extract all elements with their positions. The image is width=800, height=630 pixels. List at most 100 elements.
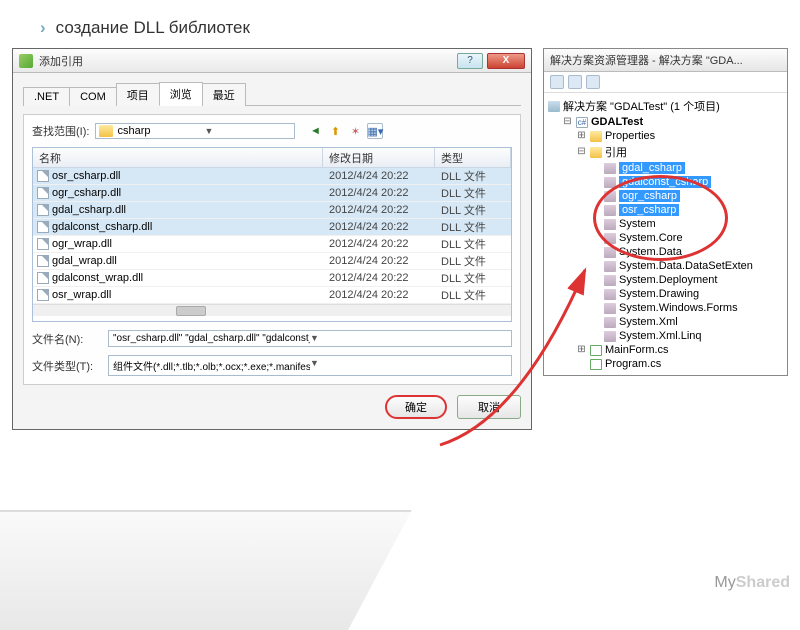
project-icon: c# — [576, 117, 588, 128]
file-name: ogr_wrap.dll — [52, 238, 112, 250]
csharp-file-icon — [590, 359, 602, 370]
reference-item[interactable]: gdalconst_csharp — [548, 175, 787, 189]
folder-name: csharp — [117, 125, 204, 137]
col-date-header[interactable]: 修改日期 — [323, 148, 435, 168]
tab-browse[interactable]: 浏览 — [159, 82, 203, 106]
reference-item[interactable]: System.Deployment — [548, 273, 787, 287]
file-row[interactable]: gdalconst_wrap.dll 2012/4/24 20:22DLL 文件 — [33, 270, 511, 287]
dialog-titlebar[interactable]: 添加引用 ? X — [13, 49, 531, 73]
file-row[interactable]: gdalconst_csharp.dll2012/4/24 20:22DLL 文… — [33, 219, 511, 236]
tabs-row: .NET COM 项目 浏览 最近 — [23, 81, 521, 106]
tab-dotnet[interactable]: .NET — [23, 87, 70, 106]
reference-label: System.Data — [619, 246, 682, 258]
new-folder-icon[interactable]: ✶ — [347, 123, 363, 139]
file-row[interactable]: ogr_csharp.dll2012/4/24 20:22DLL 文件 — [33, 185, 511, 202]
toolbar-icon[interactable] — [550, 75, 564, 89]
reference-item[interactable]: osr_csharp — [548, 203, 787, 217]
dll-file-icon — [37, 204, 49, 216]
reference-label: System.Windows.Forms — [619, 302, 738, 314]
reference-item[interactable]: System.Data.DataSetExten — [548, 259, 787, 273]
reference-item[interactable]: System.Core — [548, 231, 787, 245]
file-type: DLL 文件 — [435, 219, 511, 235]
properties-node[interactable]: ⊞Properties — [548, 129, 787, 143]
filetype-label: 文件类型(T): — [32, 358, 102, 374]
reference-item[interactable]: ogr_csharp — [548, 189, 787, 203]
tab-project[interactable]: 项目 — [116, 83, 160, 106]
file-name: gdalconst_wrap.dll — [52, 272, 143, 284]
reference-label: System.Data.DataSetExten — [619, 260, 753, 272]
file-row[interactable]: gdal_csharp.dll2012/4/24 20:22DLL 文件 — [33, 202, 511, 219]
reference-label: gdal_csharp — [619, 162, 685, 174]
reference-label: System.Xml.Linq — [619, 330, 702, 342]
reference-label: System — [619, 218, 656, 230]
file-date: 2012/4/24 20:22 — [323, 238, 435, 250]
reference-label: System.Core — [619, 232, 683, 244]
project-node[interactable]: ⊟c#GDALTest — [548, 115, 787, 129]
chevron-down-icon: ▼ — [204, 126, 291, 136]
folder-combo[interactable]: csharp ▼ — [95, 123, 295, 139]
back-icon[interactable]: ◄ — [307, 123, 323, 139]
reference-item[interactable]: System.Windows.Forms — [548, 301, 787, 315]
file-row[interactable]: ogr_wrap.dll 2012/4/24 20:22DLL 文件 — [33, 236, 511, 253]
file-date: 2012/4/24 20:22 — [323, 170, 435, 182]
solution-tree[interactable]: 解决方案 "GDALTest" (1 个项目) ⊟c#GDALTest ⊞Pro… — [544, 93, 787, 375]
explorer-title: 解决方案资源管理器 - 解决方案 "GDA... — [544, 49, 787, 72]
ok-button[interactable]: 确定 — [385, 395, 447, 419]
filename-input[interactable]: "osr_csharp.dll" "gdal_csharp.dll" "gdal… — [108, 330, 512, 347]
reference-label: ogr_csharp — [619, 190, 680, 202]
tab-com[interactable]: COM — [69, 87, 117, 106]
reference-icon — [604, 233, 616, 244]
cancel-button[interactable]: 取消 — [457, 395, 521, 419]
toolbar-icon[interactable] — [586, 75, 600, 89]
up-folder-icon[interactable]: ⬆ — [327, 123, 343, 139]
add-reference-dialog: 添加引用 ? X .NET COM 项目 浏览 最近 查找范围(I): csha… — [12, 48, 532, 430]
file-list[interactable]: 名称 修改日期 类型 osr_csharp.dll 2012/4/24 20:22… — [32, 147, 512, 322]
reference-icon — [604, 275, 616, 286]
file-type: DLL 文件 — [435, 236, 511, 252]
reference-item[interactable]: System.Drawing — [548, 287, 787, 301]
reference-item[interactable]: System.Xml — [548, 315, 787, 329]
dll-file-icon — [37, 221, 49, 233]
reference-icon — [604, 163, 616, 174]
file-name: osr_csharp.dll — [52, 170, 120, 182]
tab-recent[interactable]: 最近 — [202, 83, 246, 106]
col-type-header[interactable]: 类型 — [435, 148, 511, 168]
reference-icon — [604, 303, 616, 314]
dll-file-icon — [37, 187, 49, 199]
reference-item[interactable]: gdal_csharp — [548, 161, 787, 175]
folder-icon — [590, 131, 602, 142]
view-menu-icon[interactable]: ▦▾ — [367, 123, 383, 139]
reference-item[interactable]: System.Xml.Linq — [548, 329, 787, 343]
decorative-footer — [0, 510, 412, 630]
col-name-header[interactable]: 名称 — [33, 148, 323, 168]
file-type: DLL 文件 — [435, 270, 511, 286]
file-date: 2012/4/24 20:22 — [323, 255, 435, 267]
solution-node[interactable]: 解决方案 "GDALTest" (1 个项目) — [548, 97, 787, 115]
reference-item[interactable]: System.Data — [548, 245, 787, 259]
help-button[interactable]: ? — [457, 53, 483, 69]
close-button[interactable]: X — [487, 53, 525, 69]
horizontal-scrollbar[interactable] — [33, 304, 511, 316]
scrollbar-thumb[interactable] — [176, 306, 206, 316]
dll-file-icon — [37, 170, 49, 182]
toolbar-icon[interactable] — [568, 75, 582, 89]
file-row[interactable]: gdal_wrap.dll2012/4/24 20:22DLL 文件 — [33, 253, 511, 270]
file-node[interactable]: Program.cs — [548, 357, 787, 371]
file-name: ogr_csharp.dll — [52, 187, 121, 199]
dll-file-icon — [37, 238, 49, 250]
file-date: 2012/4/24 20:22 — [323, 272, 435, 284]
file-date: 2012/4/24 20:22 — [323, 204, 435, 216]
file-date: 2012/4/24 20:22 — [323, 289, 435, 301]
list-header[interactable]: 名称 修改日期 类型 — [33, 148, 511, 168]
file-row[interactable]: osr_csharp.dll2012/4/24 20:22DLL 文件 — [33, 168, 511, 185]
references-node[interactable]: ⊟引用 — [548, 143, 787, 161]
reference-icon — [604, 261, 616, 272]
file-type: DLL 文件 — [435, 287, 511, 303]
reference-item[interactable]: System — [548, 217, 787, 231]
file-node[interactable]: ⊞MainForm.cs — [548, 343, 787, 357]
filetype-select[interactable]: 组件文件(*.dll;*.tlb;*.olb;*.ocx;*.exe;*.man… — [108, 355, 512, 376]
reference-icon — [604, 247, 616, 258]
file-type: DLL 文件 — [435, 202, 511, 218]
file-row[interactable]: osr_wrap.dll2012/4/24 20:22DLL 文件 — [33, 287, 511, 304]
reference-label: gdalconst_csharp — [619, 176, 711, 188]
